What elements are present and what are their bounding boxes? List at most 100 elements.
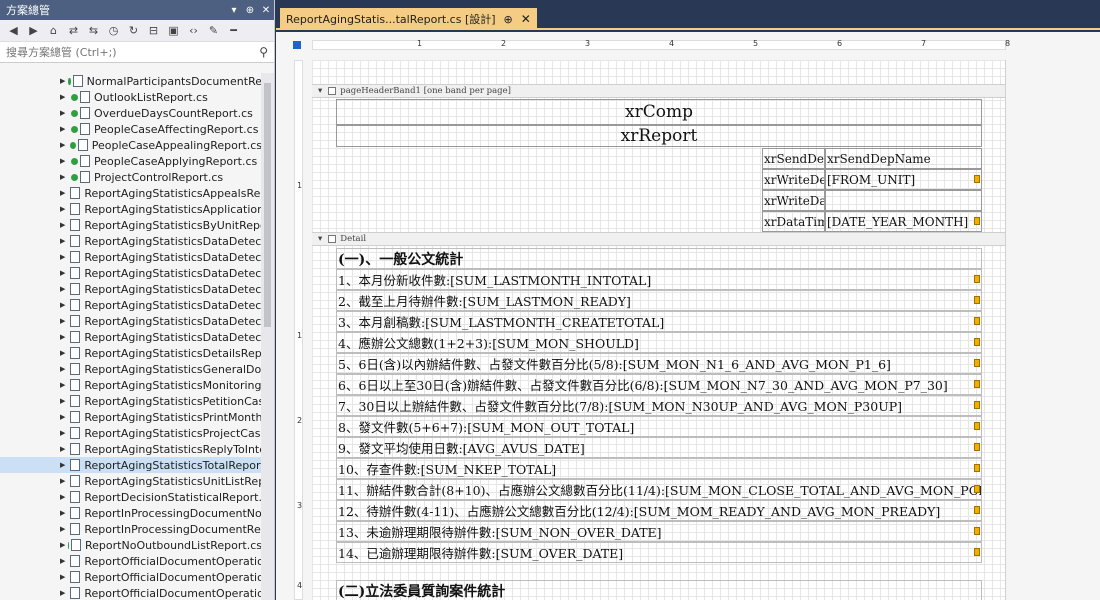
- report-row[interactable]: 13、未逾辦理期限待辦件數:[SUM_NON_OVER_DATE]: [336, 521, 982, 542]
- expand-arrow-icon[interactable]: ▶: [60, 365, 65, 373]
- smart-tag-icon[interactable]: [974, 338, 980, 346]
- smart-tag-icon[interactable]: [974, 548, 980, 556]
- detail-band-strip[interactable]: ▾ Detail: [312, 232, 1005, 246]
- tree-item[interactable]: ▶ ReportAgingStatisticsByUnitRepor: [0, 217, 262, 233]
- tree-item[interactable]: ▶ ProjectControlReport.cs: [0, 169, 262, 185]
- dropdown-icon[interactable]: ▾: [226, 5, 242, 16]
- expand-arrow-icon[interactable]: ▶: [60, 221, 65, 229]
- expand-arrow-icon[interactable]: ▶: [60, 349, 65, 357]
- tree-item[interactable]: ▶ ReportOfficialDocumentOperation: [0, 553, 262, 569]
- tree-item[interactable]: ▶ ReportAgingStatisticsPrintMonthD: [0, 409, 262, 425]
- smart-tag-icon[interactable]: [974, 485, 980, 493]
- smart-tag-icon[interactable]: [974, 443, 980, 451]
- report-row[interactable]: 1、本月份新收件數:[SUM_LASTMONTH_INTOTAL]: [336, 269, 982, 290]
- tree-item[interactable]: ▶ ReportAgingStatisticsDataDetectic: [0, 313, 262, 329]
- expand-arrow-icon[interactable]: ▶: [60, 157, 68, 165]
- back-icon[interactable]: ◀: [6, 23, 21, 38]
- expand-arrow-icon[interactable]: ▶: [60, 381, 65, 389]
- page-header-band-strip[interactable]: ▾ pageHeaderBand1 [one band per page]: [312, 84, 1005, 98]
- expand-arrow-icon[interactable]: ▶: [60, 557, 65, 565]
- report-row[interactable]: 11、辦結件數合計(8+10)、占應辦公文總數百分比(11/4):[SUM_MO…: [336, 479, 982, 500]
- expand-arrow-icon[interactable]: ▶: [60, 333, 65, 341]
- smart-tag-icon[interactable]: [974, 296, 980, 304]
- show-all-files-icon[interactable]: ▣: [166, 23, 181, 38]
- expand-arrow-icon[interactable]: ▶: [60, 525, 65, 533]
- smart-tag-icon[interactable]: [974, 359, 980, 367]
- smart-tag-icon[interactable]: [974, 175, 980, 183]
- header-field-value[interactable]: [FROM_UNIT]: [825, 169, 982, 190]
- switch-views-icon[interactable]: ⇄: [66, 23, 81, 38]
- refresh-icon[interactable]: ↻: [126, 23, 141, 38]
- expand-arrow-icon[interactable]: ▶: [60, 477, 65, 485]
- tree-item[interactable]: ▶ OverdueDaysCountReport.cs: [0, 105, 262, 121]
- collapse-band-icon[interactable]: ▾: [318, 234, 322, 244]
- tree-item[interactable]: ▶ ReportAgingStatisticsDetailsRepor: [0, 345, 262, 361]
- smart-tag-icon[interactable]: [974, 217, 980, 225]
- view-code-icon[interactable]: ‹›: [186, 23, 201, 38]
- tree-item[interactable]: ▶ ReportInProcessingDocumentNote: [0, 505, 262, 521]
- tree-item[interactable]: ▶ ReportAgingStatisticsDataDetectic: [0, 249, 262, 265]
- tree-item[interactable]: ▶ ReportAgingStatisticsDataDetectic: [0, 329, 262, 345]
- expand-arrow-icon[interactable]: ▶: [60, 285, 65, 293]
- tree-item[interactable]: ▶ ReportOfficialDocumentOperation: [0, 569, 262, 585]
- tree-item[interactable]: ▶ ReportAgingStatisticsApplicationC: [0, 201, 262, 217]
- expand-arrow-icon[interactable]: ▶: [60, 77, 65, 85]
- report-row[interactable]: 7、30日以上辦結件數、占發文件數百分比(7/8):[SUM_MON_N30UP…: [336, 395, 982, 416]
- ruler-corner-icon[interactable]: [293, 41, 301, 49]
- pending-changes-icon[interactable]: ◷: [106, 23, 121, 38]
- tree-item[interactable]: ▶ ReportOfficialDocumentOperation: [0, 585, 262, 600]
- tree-item[interactable]: ▶ ReportAgingStatisticsMonitoringC: [0, 377, 262, 393]
- smart-tag-icon[interactable]: [974, 275, 980, 283]
- expand-arrow-icon[interactable]: ▶: [60, 397, 65, 405]
- forward-icon[interactable]: ▶: [26, 23, 41, 38]
- expand-arrow-icon[interactable]: ▶: [60, 189, 65, 197]
- tree-item[interactable]: ▶ ReportAgingStatisticsReplyToInter: [0, 441, 262, 457]
- search-icon[interactable]: ⚲: [255, 45, 268, 59]
- report-title-label[interactable]: xrReport: [336, 125, 982, 147]
- tree-item[interactable]: ▶ PeopleCaseAffectingReport.cs: [0, 121, 262, 137]
- tree-item[interactable]: ▶ ReportAgingStatisticsProjectCases: [0, 425, 262, 441]
- tree-scrollbar[interactable]: [261, 73, 274, 600]
- tree-item[interactable]: ▶ NormalParticipantsDocumentRe: [0, 73, 262, 89]
- expand-arrow-icon[interactable]: ▶: [60, 301, 65, 309]
- report-row[interactable]: 6、6日以上至30日(含)辦結件數、占發文件數百分比(6/8):[SUM_MON…: [336, 374, 982, 395]
- scrollbar-thumb[interactable]: [264, 83, 271, 327]
- header-field-label[interactable]: xrWriteDate: [762, 190, 825, 211]
- tree-item[interactable]: ▶ ReportAgingStatisticsDataDetectic: [0, 281, 262, 297]
- expand-arrow-icon[interactable]: ▶: [60, 589, 65, 597]
- expand-arrow-icon[interactable]: ▶: [60, 445, 65, 453]
- report-row[interactable]: 12、待辦件數(4-11)、占應辦公文總數百分比(12/4):[SUM_MOM_…: [336, 500, 982, 521]
- tree-item[interactable]: ▶ ReportAgingStatisticsTotalReport.c: [0, 457, 262, 473]
- pin-icon[interactable]: ⊕: [242, 5, 258, 16]
- collapse-band-icon[interactable]: ▾: [318, 86, 322, 96]
- report-row[interactable]: 14、已逾辦理期限待辦件數:[SUM_OVER_DATE]: [336, 542, 982, 563]
- tree-item[interactable]: ▶ ReportAgingStatisticsUnitListRepo: [0, 473, 262, 489]
- expand-arrow-icon[interactable]: ▶: [60, 461, 65, 469]
- header-field-value[interactable]: xrSendDepName: [825, 148, 982, 169]
- expand-arrow-icon[interactable]: ▶: [60, 429, 65, 437]
- smart-tag-icon[interactable]: [974, 401, 980, 409]
- report-row[interactable]: 5、6日(含)以內辦結件數、占發文件數百分比(5/8):[SUM_MON_N1_…: [336, 353, 982, 374]
- pin-tab-icon[interactable]: ⊕: [504, 13, 513, 26]
- tree-item[interactable]: ▶ ReportAgingStatisticsDataDetectic: [0, 233, 262, 249]
- report-row[interactable]: 4、應辦公文總數(1+2+3):[SUM_MON_SHOULD]: [336, 332, 982, 353]
- tree-item[interactable]: ▶ ReportAgingStatisticsAppealsRece: [0, 185, 262, 201]
- home-icon[interactable]: ⌂: [46, 23, 61, 38]
- tree-item[interactable]: ▶ ReportInProcessingDocumentRepo: [0, 521, 262, 537]
- search-input[interactable]: [6, 45, 256, 59]
- sync-icon[interactable]: ⇆: [86, 23, 101, 38]
- expand-arrow-icon[interactable]: ▶: [60, 413, 65, 421]
- report-row[interactable]: 3、本月創稿數:[SUM_LASTMONTH_CREATETOTAL]: [336, 311, 982, 332]
- tree-item[interactable]: ▶ PeopleCaseApplyingReport.cs: [0, 153, 262, 169]
- smart-tag-icon[interactable]: [974, 506, 980, 514]
- tree-item[interactable]: ▶ OutlookListReport.cs: [0, 89, 262, 105]
- report-row[interactable]: 10、存查件數:[SUM_NKEP_TOTAL]: [336, 458, 982, 479]
- collapse-all-icon[interactable]: ⊟: [146, 23, 161, 38]
- properties-icon[interactable]: ✎: [206, 23, 221, 38]
- preview-icon[interactable]: ━: [226, 23, 241, 38]
- tree-item[interactable]: ▶ ReportDecisionStatisticalReport.cs: [0, 489, 262, 505]
- expand-arrow-icon[interactable]: ▶: [60, 141, 67, 149]
- expand-arrow-icon[interactable]: ▶: [60, 173, 68, 181]
- close-icon[interactable]: ✕: [258, 5, 274, 16]
- smart-tag-icon[interactable]: [974, 380, 980, 388]
